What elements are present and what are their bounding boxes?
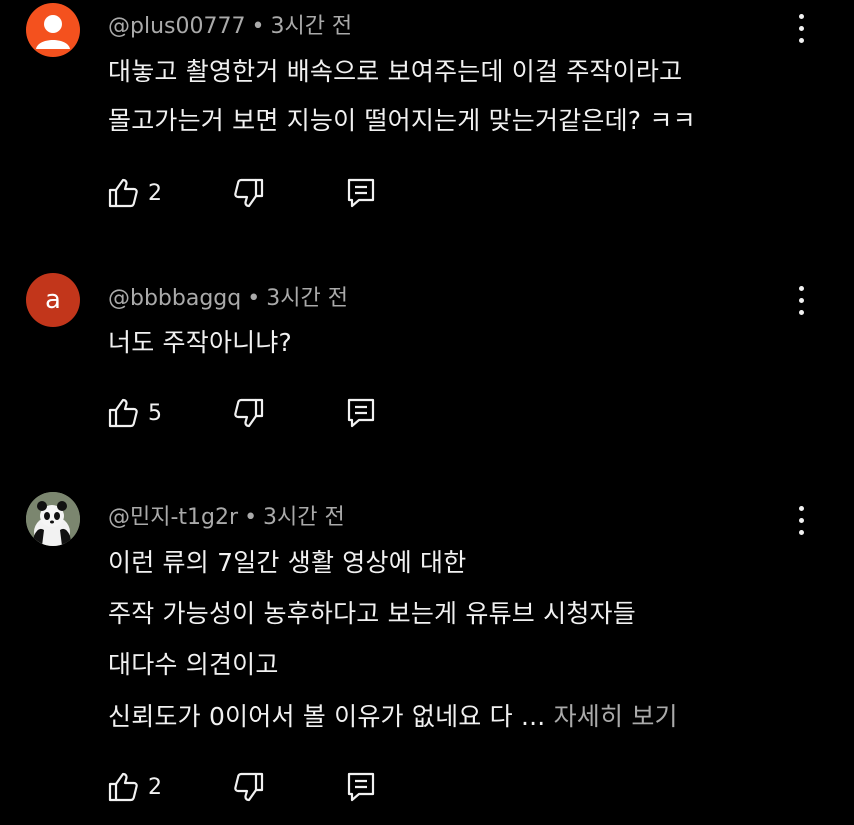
thumbs-up-icon bbox=[108, 772, 138, 802]
reply-button[interactable] bbox=[344, 176, 378, 210]
meta-separator: • bbox=[244, 505, 258, 530]
reply-icon bbox=[347, 398, 375, 428]
like-count: 5 bbox=[148, 400, 162, 426]
like-count: 2 bbox=[148, 180, 162, 206]
thumbs-up-icon bbox=[108, 178, 138, 208]
meta-separator: • bbox=[251, 14, 265, 39]
reply-button[interactable] bbox=[344, 396, 378, 430]
more-vert-icon[interactable] bbox=[791, 12, 811, 46]
more-vert-icon[interactable] bbox=[791, 284, 811, 318]
thumbs-down-icon bbox=[234, 178, 264, 208]
comment-text-line: 주작 가능성이 농후하다고 보는게 유튜브 시청자들 bbox=[108, 599, 636, 628]
comment-text-truncated: 신뢰도가 0이어서 볼 이유가 없네요 다 ... bbox=[108, 702, 546, 731]
comment-time[interactable]: 3시간 전 bbox=[266, 286, 348, 311]
dislike-button[interactable] bbox=[232, 176, 266, 210]
like-button[interactable]: 2 bbox=[106, 770, 162, 804]
thumbs-down-icon bbox=[234, 398, 264, 428]
like-button[interactable]: 5 bbox=[106, 396, 162, 430]
comment-author[interactable]: @plus00777 bbox=[108, 14, 245, 39]
reply-button[interactable] bbox=[344, 770, 378, 804]
reply-icon bbox=[347, 772, 375, 802]
comment-text-line: 몰고가는거 보면 지능이 떨어지는게 맞는거같은데? ㅋㅋ bbox=[108, 106, 696, 135]
avatar[interactable] bbox=[26, 3, 80, 57]
reply-icon bbox=[347, 178, 375, 208]
comment-author[interactable]: @민지-t1g2r bbox=[108, 505, 238, 530]
avatar[interactable] bbox=[26, 492, 80, 546]
like-count: 2 bbox=[148, 774, 162, 800]
thumbs-down-icon bbox=[234, 772, 264, 802]
read-more-link[interactable]: 자세히 보기 bbox=[554, 702, 678, 731]
comment-meta: @민지-t1g2r • 3시간 전 bbox=[108, 499, 345, 531]
comment-meta: @plus00777 • 3시간 전 bbox=[108, 8, 352, 40]
comment-text-line: 대놓고 촬영한거 배속으로 보여주는데 이걸 주작이라고 bbox=[108, 57, 683, 86]
comment-text-line: 이런 류의 7일간 생활 영상에 대한 bbox=[108, 548, 467, 577]
comment-time[interactable]: 3시간 전 bbox=[263, 505, 345, 530]
comment-time[interactable]: 3시간 전 bbox=[270, 14, 352, 39]
comment-text-line: 너도 주작아니냐? bbox=[108, 328, 293, 357]
comment-author[interactable]: @bbbbaggq bbox=[108, 286, 241, 311]
avatar[interactable]: a bbox=[26, 273, 80, 327]
thumbs-up-icon bbox=[108, 398, 138, 428]
meta-separator: • bbox=[247, 286, 261, 311]
like-button[interactable]: 2 bbox=[106, 176, 162, 210]
comment-text-line: 대다수 의견이고 bbox=[108, 650, 279, 679]
dislike-button[interactable] bbox=[232, 396, 266, 430]
dislike-button[interactable] bbox=[232, 770, 266, 804]
comment-text-line: 신뢰도가 0이어서 볼 이유가 없네요 다 ... 자세히 보기 bbox=[108, 697, 678, 733]
comment-meta: @bbbbaggq • 3시간 전 bbox=[108, 280, 348, 312]
more-vert-icon[interactable] bbox=[791, 504, 811, 538]
